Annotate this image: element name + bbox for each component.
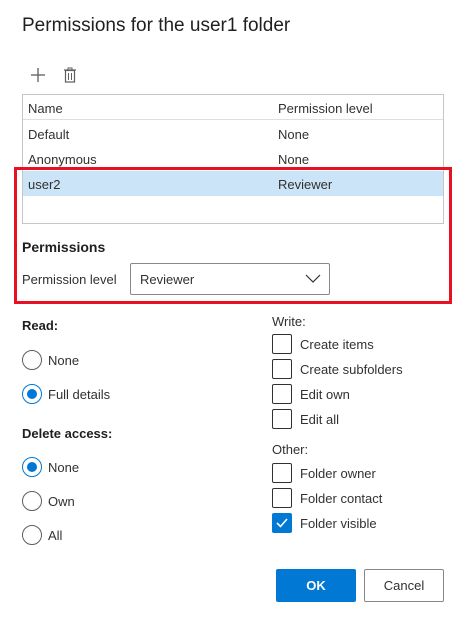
read-full-details-radio[interactable] xyxy=(22,384,42,404)
delete-button[interactable] xyxy=(61,66,79,84)
permission-level-value: Reviewer xyxy=(140,272,195,287)
checkmark-icon xyxy=(276,518,288,528)
row-name: Default xyxy=(28,127,70,142)
delete-all-label: All xyxy=(48,528,63,543)
write-label: Write: xyxy=(272,314,306,329)
permission-level-label: Permission level xyxy=(22,272,117,287)
row-level: None xyxy=(278,127,310,142)
delete-all-radio[interactable] xyxy=(22,525,42,545)
dialog-title: Permissions for the user1 folder xyxy=(22,15,291,36)
list-row-anonymous[interactable]: Anonymous None xyxy=(23,146,443,171)
read-full-details-label: Full details xyxy=(48,387,111,402)
other-label: Other: xyxy=(272,442,309,457)
create-subfolders-label: Create subfolders xyxy=(300,362,403,377)
permission-level-dropdown[interactable]: Reviewer xyxy=(130,263,330,295)
row-level: Reviewer xyxy=(278,177,333,192)
cancel-button[interactable]: Cancel xyxy=(364,569,444,602)
list-header: Name Permission level xyxy=(23,95,443,120)
add-button[interactable] xyxy=(29,66,47,84)
delete-none-label: None xyxy=(48,460,80,475)
list-row-default[interactable]: Default None xyxy=(23,121,443,146)
row-name: Anonymous xyxy=(28,152,97,167)
permissions-heading: Permissions xyxy=(22,239,106,255)
read-none-label: None xyxy=(48,353,80,368)
delete-access-label: Delete access: xyxy=(22,426,113,441)
folder-visible-label: Folder visible xyxy=(300,516,377,531)
edit-all-label: Edit all xyxy=(300,412,340,427)
row-name: user2 xyxy=(28,177,61,192)
create-subfolders-checkbox[interactable] xyxy=(272,359,292,379)
read-label: Read: xyxy=(22,318,59,333)
delete-own-radio[interactable] xyxy=(22,491,42,511)
edit-own-label: Edit own xyxy=(300,387,350,402)
permissions-list: Name Permission level Default None Anony… xyxy=(22,94,444,224)
column-header-permission-level[interactable]: Permission level xyxy=(278,101,373,116)
add-icon xyxy=(31,68,45,82)
trash-icon xyxy=(64,67,76,83)
folder-contact-label: Folder contact xyxy=(300,491,383,506)
create-items-checkbox[interactable] xyxy=(272,334,292,354)
delete-own-label: Own xyxy=(48,494,75,509)
folder-contact-checkbox[interactable] xyxy=(272,488,292,508)
edit-all-checkbox[interactable] xyxy=(272,409,292,429)
create-items-label: Create items xyxy=(300,337,374,352)
read-none-radio[interactable] xyxy=(22,350,42,370)
edit-own-checkbox[interactable] xyxy=(272,384,292,404)
folder-owner-label: Folder owner xyxy=(300,466,376,481)
row-level: None xyxy=(278,152,310,167)
list-row-user2[interactable]: user2 Reviewer xyxy=(23,171,443,196)
delete-none-radio[interactable] xyxy=(22,457,42,477)
chevron-down-icon xyxy=(305,274,321,283)
folder-visible-checkbox[interactable] xyxy=(272,513,292,533)
folder-owner-checkbox[interactable] xyxy=(272,463,292,483)
ok-button[interactable]: OK xyxy=(276,569,356,602)
column-header-name[interactable]: Name xyxy=(28,101,63,116)
